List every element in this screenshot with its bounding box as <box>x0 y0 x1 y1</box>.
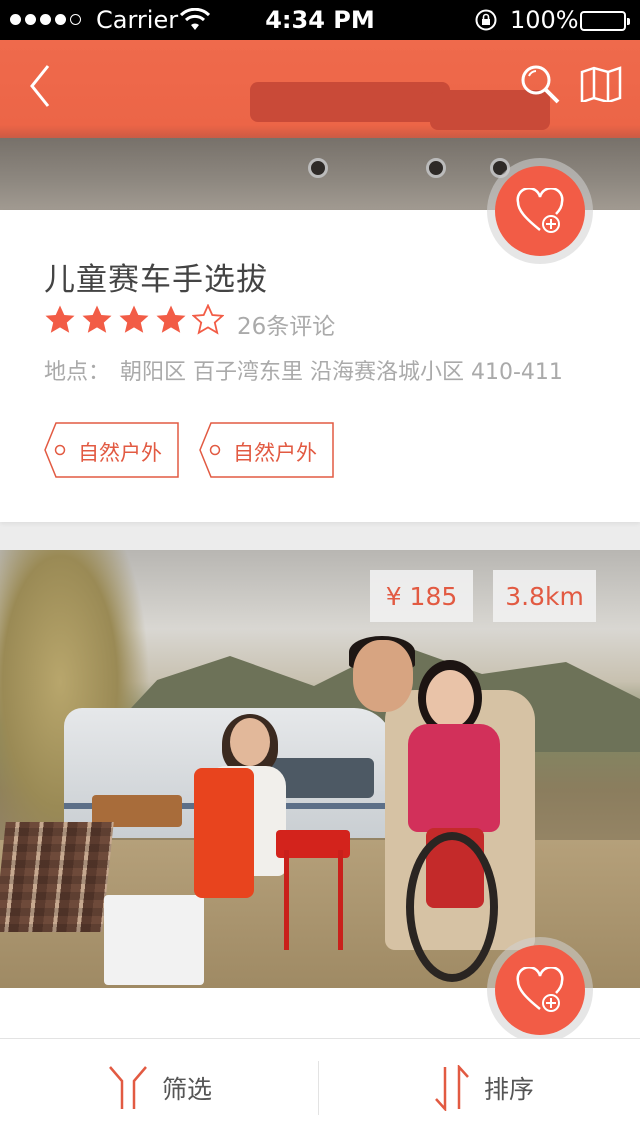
activity-title: 儿童赛车手选拔 <box>44 262 268 298</box>
heart-plus-icon <box>516 188 564 233</box>
map-icon[interactable] <box>580 66 622 106</box>
sort-button[interactable]: 排序 <box>434 1061 534 1115</box>
battery-icon <box>580 11 630 31</box>
tag[interactable]: 自然户外 <box>44 422 179 478</box>
star-filled-icon <box>82 305 112 333</box>
status-bar: Carrier 4:34 PM 100% <box>0 0 640 40</box>
tag-label: 自然户外 <box>78 441 162 465</box>
star-filled-icon <box>119 305 149 333</box>
search-icon[interactable] <box>518 62 562 110</box>
favorite-button[interactable] <box>495 166 585 256</box>
battery-percent: 100% <box>510 6 579 34</box>
rating-stars <box>44 304 224 335</box>
back-icon[interactable] <box>24 62 58 114</box>
star-filled-icon <box>45 305 75 333</box>
divider <box>318 1061 319 1115</box>
filter-icon <box>109 1066 147 1109</box>
distance-badge: 3.8km <box>493 570 596 622</box>
activity-photo[interactable]: ¥ 185 3.8km <box>0 550 640 988</box>
tag[interactable]: 自然户外 <box>199 422 334 478</box>
sort-label: 排序 <box>484 1075 535 1104</box>
activity-location: 地点： 朝阳区 百子湾东里 沿海赛洛城小区 410-411 <box>44 354 563 386</box>
rotation-lock-icon <box>474 8 498 36</box>
filter-label: 筛选 <box>162 1075 213 1104</box>
filter-button[interactable]: 筛选 <box>108 1061 212 1115</box>
tag-label: 自然户外 <box>233 441 317 465</box>
location-label: 地点： <box>44 360 111 385</box>
top-navigation <box>0 40 640 130</box>
favorite-button[interactable] <box>495 945 585 1035</box>
location-address: 朝阳区 百子湾东里 沿海赛洛城小区 410-411 <box>120 360 563 385</box>
sort-icon <box>435 1065 469 1111</box>
heart-plus-icon <box>516 967 564 1012</box>
activity-card[interactable]: 儿童赛车手选拔 26条评论 地点： 朝阳区 百子湾东里 沿海赛洛城小区 410-4… <box>0 210 640 522</box>
star-empty-icon <box>192 304 224 335</box>
review-count[interactable]: 26条评论 <box>237 307 335 341</box>
bottom-toolbar: 筛选 排序 <box>0 1038 640 1136</box>
price-badge: ¥ 185 <box>370 570 473 622</box>
tag-list: 自然户外 自然户外 <box>44 422 334 478</box>
star-filled-icon <box>156 305 186 333</box>
